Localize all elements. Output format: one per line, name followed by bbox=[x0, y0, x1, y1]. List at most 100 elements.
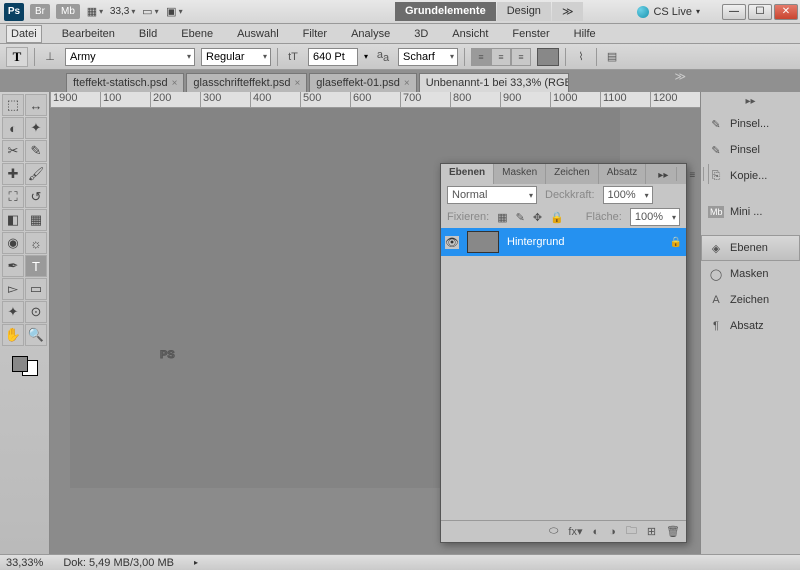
heal-tool[interactable]: ✚ bbox=[2, 163, 24, 185]
layer-name[interactable]: Hintergrund bbox=[507, 236, 564, 248]
menu-auswahl[interactable]: Auswahl bbox=[233, 26, 283, 42]
3d-camera-tool[interactable]: ⊙ bbox=[25, 301, 47, 323]
dodge-tool[interactable]: ☼ bbox=[25, 232, 47, 254]
panel-tab-zeichen[interactable]: Zeichen bbox=[546, 164, 599, 184]
workspace-grundelemente[interactable]: Grundelemente bbox=[395, 2, 496, 21]
visibility-toggle[interactable]: 👁 bbox=[445, 236, 459, 249]
maximize-button[interactable]: ☐ bbox=[748, 4, 772, 20]
adjustment-layer-icon[interactable]: ◑ bbox=[609, 526, 616, 538]
font-family-select[interactable]: Army bbox=[65, 48, 195, 66]
text-color-swatch[interactable] bbox=[537, 48, 559, 66]
screen-mode-dropdown[interactable]: ▣ bbox=[165, 4, 183, 20]
dock-absatz[interactable]: ¶Absatz bbox=[701, 313, 800, 339]
font-size-field[interactable]: 640 Pt bbox=[308, 48, 358, 66]
move-tool[interactable]: ⬚ bbox=[2, 94, 24, 116]
dock-zeichen[interactable]: AZeichen bbox=[701, 287, 800, 313]
status-doc-info[interactable]: Dok: 5,49 MB/3,00 MB bbox=[63, 557, 174, 569]
layers-list-body[interactable] bbox=[441, 256, 686, 536]
new-layer-icon[interactable]: ⊞ bbox=[647, 525, 656, 538]
pen-tool[interactable]: ✒ bbox=[2, 255, 24, 277]
history-brush-tool[interactable]: ↺ bbox=[25, 186, 47, 208]
path-select-tool[interactable]: ▻ bbox=[2, 278, 24, 300]
blur-tool[interactable]: ◉ bbox=[2, 232, 24, 254]
close-tab-icon[interactable]: × bbox=[172, 78, 178, 89]
align-right-button[interactable]: ≡ bbox=[511, 48, 531, 66]
dock-mini[interactable]: MbMini ... bbox=[701, 199, 800, 225]
close-button[interactable]: ✕ bbox=[774, 4, 798, 20]
menu-ansicht[interactable]: Ansicht bbox=[448, 26, 492, 42]
layer-style-icon[interactable]: fx▾ bbox=[568, 525, 582, 538]
cs-live-button[interactable]: CS Live ▾ bbox=[637, 6, 700, 18]
eyedropper-tool[interactable]: ✎ bbox=[25, 140, 47, 162]
arrange-dropdown[interactable]: ▭ bbox=[141, 4, 159, 20]
lock-pixels-icon[interactable]: ▦ bbox=[497, 211, 507, 224]
shape-tool[interactable]: ▭ bbox=[25, 278, 47, 300]
eraser-tool[interactable]: ◧ bbox=[2, 209, 24, 231]
type-tool[interactable]: T bbox=[25, 255, 47, 277]
lock-move-icon[interactable]: ✥ bbox=[533, 211, 542, 224]
align-left-button[interactable]: ≡ bbox=[471, 48, 491, 66]
lock-position-icon[interactable]: ✎ bbox=[516, 211, 525, 224]
minibridge-button[interactable]: Mb bbox=[56, 4, 80, 19]
panel-tab-ebenen[interactable]: Ebenen bbox=[441, 164, 494, 184]
stamp-tool[interactable]: ⛶ bbox=[2, 186, 24, 208]
menu-fenster[interactable]: Fenster bbox=[508, 26, 553, 42]
brush-tool[interactable]: 🖌 bbox=[25, 163, 47, 185]
panel-tab-absatz[interactable]: Absatz bbox=[599, 164, 647, 184]
layers-panel[interactable]: Ebenen Masken Zeichen Absatz ▸▸≡ Normal … bbox=[440, 163, 687, 543]
menu-bild[interactable]: Bild bbox=[135, 26, 161, 42]
workspace-design[interactable]: Design bbox=[497, 2, 551, 21]
tool-preset-picker[interactable]: T bbox=[6, 47, 28, 67]
dock-masken[interactable]: ◯Masken bbox=[701, 261, 800, 287]
link-layers-icon[interactable]: ⬭ bbox=[549, 525, 558, 538]
opacity-field[interactable]: 100% bbox=[603, 186, 653, 204]
menu-analyse[interactable]: Analyse bbox=[347, 26, 394, 42]
layer-thumbnail[interactable] bbox=[467, 231, 499, 253]
warp-text-button[interactable]: ⌇ bbox=[572, 50, 590, 63]
dock-ebenen[interactable]: ◈Ebenen bbox=[701, 235, 800, 261]
new-group-icon[interactable]: 🗀 bbox=[626, 522, 637, 541]
menu-filter[interactable]: Filter bbox=[299, 26, 331, 42]
minimize-button[interactable]: — bbox=[722, 4, 746, 20]
close-tab-icon[interactable]: × bbox=[294, 78, 300, 89]
menu-hilfe[interactable]: Hilfe bbox=[570, 26, 600, 42]
crop-tool[interactable]: ✂ bbox=[2, 140, 24, 162]
font-style-select[interactable]: Regular bbox=[201, 48, 271, 66]
dock-pinsel[interactable]: ✎Pinsel bbox=[701, 137, 800, 163]
layer-mask-icon[interactable]: ◐ bbox=[593, 526, 600, 538]
close-tab-icon[interactable]: × bbox=[404, 78, 410, 89]
zoom-tool[interactable]: 🔍 bbox=[25, 324, 47, 346]
lock-all-icon[interactable]: 🔒 bbox=[550, 211, 564, 224]
doc-tab[interactable]: glaseffekt-01.psd× bbox=[309, 73, 416, 92]
fill-field[interactable]: 100% bbox=[630, 208, 680, 226]
align-center-button[interactable]: ≡ bbox=[491, 48, 511, 66]
delete-layer-icon[interactable]: 🗑 bbox=[666, 525, 680, 538]
doc-tab[interactable]: glasschrifteffekt.psd× bbox=[186, 73, 307, 92]
menu-datei[interactable]: Datei bbox=[6, 25, 42, 43]
move-tool[interactable]: ↔ bbox=[25, 94, 47, 116]
zoom-dropdown[interactable]: 33,3 bbox=[110, 6, 135, 17]
gradient-tool[interactable]: ▦ bbox=[25, 209, 47, 231]
tabs-overflow-button[interactable]: ≫ bbox=[674, 70, 686, 83]
doc-tab[interactable]: fteffekt-statisch.psd× bbox=[66, 73, 184, 92]
hand-tool[interactable]: ✋ bbox=[2, 324, 24, 346]
char-panel-button[interactable]: ▤ bbox=[603, 50, 621, 63]
panel-tab-masken[interactable]: Masken bbox=[494, 164, 546, 184]
menu-ebene[interactable]: Ebene bbox=[177, 26, 217, 42]
wand-tool[interactable]: ✦ bbox=[25, 117, 47, 139]
menu-3d[interactable]: 3D bbox=[410, 26, 432, 42]
blend-mode-select[interactable]: Normal bbox=[447, 186, 537, 204]
orientation-button[interactable]: ⊥ bbox=[41, 50, 59, 63]
dock-kopie[interactable]: ⎘Kopie... bbox=[701, 163, 800, 189]
layout-dropdown[interactable]: ▦ bbox=[86, 4, 104, 20]
dock-collapse-button[interactable]: ▸▸ bbox=[701, 92, 800, 111]
color-swatches[interactable] bbox=[2, 347, 47, 381]
status-zoom[interactable]: 33,33% bbox=[6, 557, 43, 569]
workspace-more[interactable]: ≫ bbox=[552, 2, 584, 21]
bridge-button[interactable]: Br bbox=[30, 4, 50, 19]
layer-row[interactable]: 👁 Hintergrund 🔒 bbox=[441, 228, 686, 256]
lasso-tool[interactable]: ◐ bbox=[2, 117, 24, 139]
panel-menu-icon[interactable]: ≡ bbox=[681, 167, 704, 181]
antialias-select[interactable]: Scharf bbox=[398, 48, 458, 66]
doc-tab-active[interactable]: Unbenannt-1 bei 33,3% (RGB/8) *× bbox=[419, 73, 569, 92]
